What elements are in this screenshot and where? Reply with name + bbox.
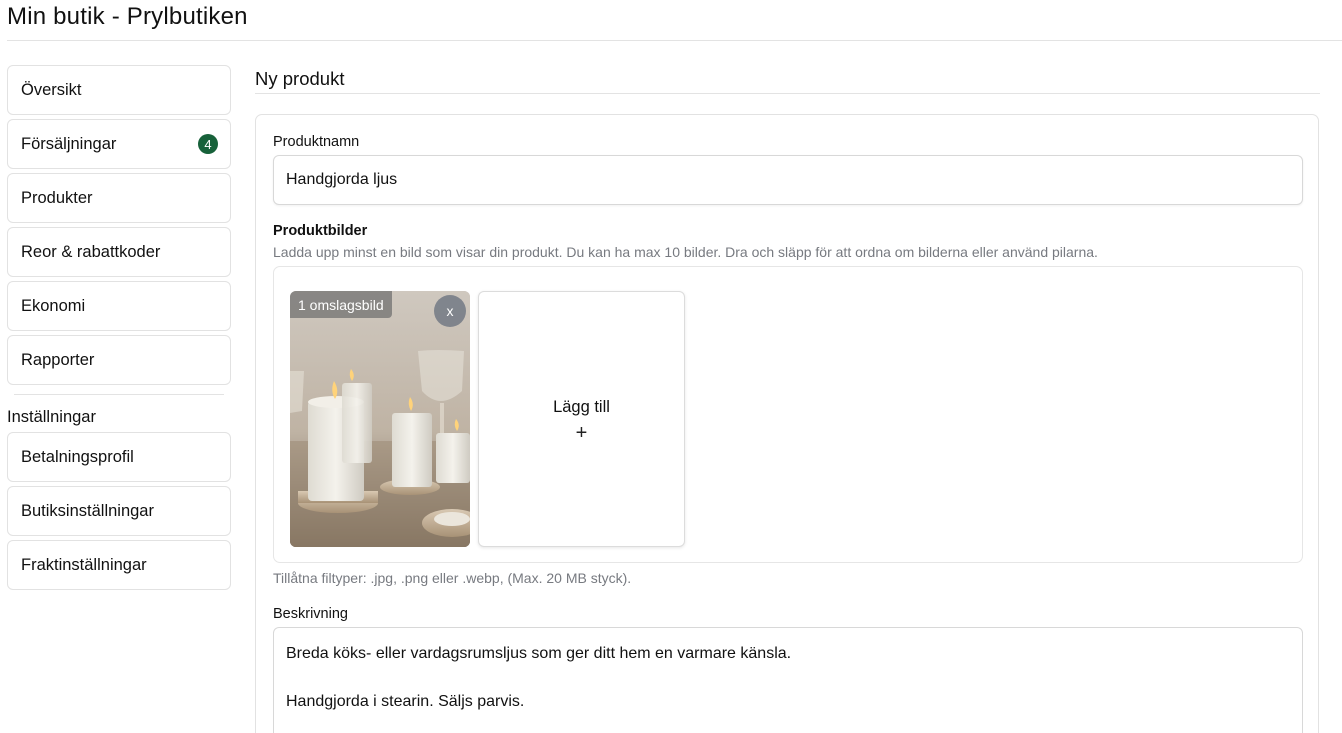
sidebar-item-label: Butiksinställningar (21, 501, 154, 520)
add-image-label: Lägg till (553, 398, 610, 416)
add-image-button[interactable]: Lägg till + (478, 291, 685, 547)
sidebar-divider (14, 394, 224, 395)
app-root: Min butik - Prylbutiken Översikt Försälj… (0, 0, 1342, 733)
sidebar-item-forsaljningar[interactable]: Försäljningar 4 (7, 119, 231, 169)
sidebar-item-betalningsprofil[interactable]: Betalningsprofil (7, 432, 231, 482)
candles-image (290, 291, 470, 547)
sidebar-item-label: Ekonomi (21, 296, 86, 315)
sidebar-item-label: Rapporter (21, 350, 95, 369)
sidebar-item-label: Fraktinställningar (21, 555, 147, 574)
plus-icon: + (575, 422, 588, 444)
sidebar-item-label: Reor & rabattkoder (21, 242, 161, 261)
image-dropzone[interactable]: 1 omslagsbild x Lägg till + (273, 266, 1303, 563)
sidebar-item-label: Översikt (21, 80, 82, 99)
sidebar-item-reor-rabattkoder[interactable]: Reor & rabattkoder (7, 227, 231, 277)
product-images-help: Ladda upp minst en bild som visar din pr… (273, 244, 1098, 260)
product-images-title: Produktbilder (273, 223, 368, 239)
product-image-thumbnail[interactable]: 1 omslagsbild x (290, 291, 470, 547)
product-name-input[interactable]: Handgjorda ljus (273, 155, 1303, 205)
settings-heading: Inställningar (7, 408, 96, 426)
sidebar-item-produkter[interactable]: Produkter (7, 173, 231, 223)
count-badge: 4 (198, 134, 218, 154)
main-title: Ny produkt (255, 68, 345, 89)
description-textarea[interactable]: Breda köks- eller vardagsrumsljus som ge… (273, 627, 1303, 733)
main-content: Ny produkt Produktnamn Handgjorda ljus P… (255, 65, 1320, 733)
product-form-card: Produktnamn Handgjorda ljus Produktbilde… (255, 114, 1319, 733)
description-label: Beskrivning (273, 606, 348, 622)
sidebar-item-label: Betalningsprofil (21, 447, 134, 466)
cover-image-tag: 1 omslagsbild (290, 291, 392, 318)
sidebar-item-label: Produkter (21, 188, 93, 207)
sidebar-item-ekonomi[interactable]: Ekonomi (7, 281, 231, 331)
sidebar-item-oversikt[interactable]: Översikt (7, 65, 231, 115)
sidebar-item-butiksinstallningar[interactable]: Butiksinställningar (7, 486, 231, 536)
sidebar-item-fraktinstallningar[interactable]: Fraktinställningar (7, 540, 231, 590)
sidebar-item-label: Försäljningar (21, 134, 117, 153)
allowed-file-types: Tillåtna filtyper: .jpg, .png eller .web… (273, 570, 632, 586)
sidebar: Översikt Försäljningar 4 Produkter Reor … (7, 65, 231, 594)
main-title-row: Ny produkt (255, 65, 1320, 94)
page-header: Min butik - Prylbutiken (7, 0, 1342, 41)
product-name-label: Produktnamn (273, 134, 360, 150)
sidebar-item-rapporter[interactable]: Rapporter (7, 335, 231, 385)
remove-image-button[interactable]: x (434, 295, 466, 327)
page-title: Min butik - Prylbutiken (7, 3, 248, 30)
